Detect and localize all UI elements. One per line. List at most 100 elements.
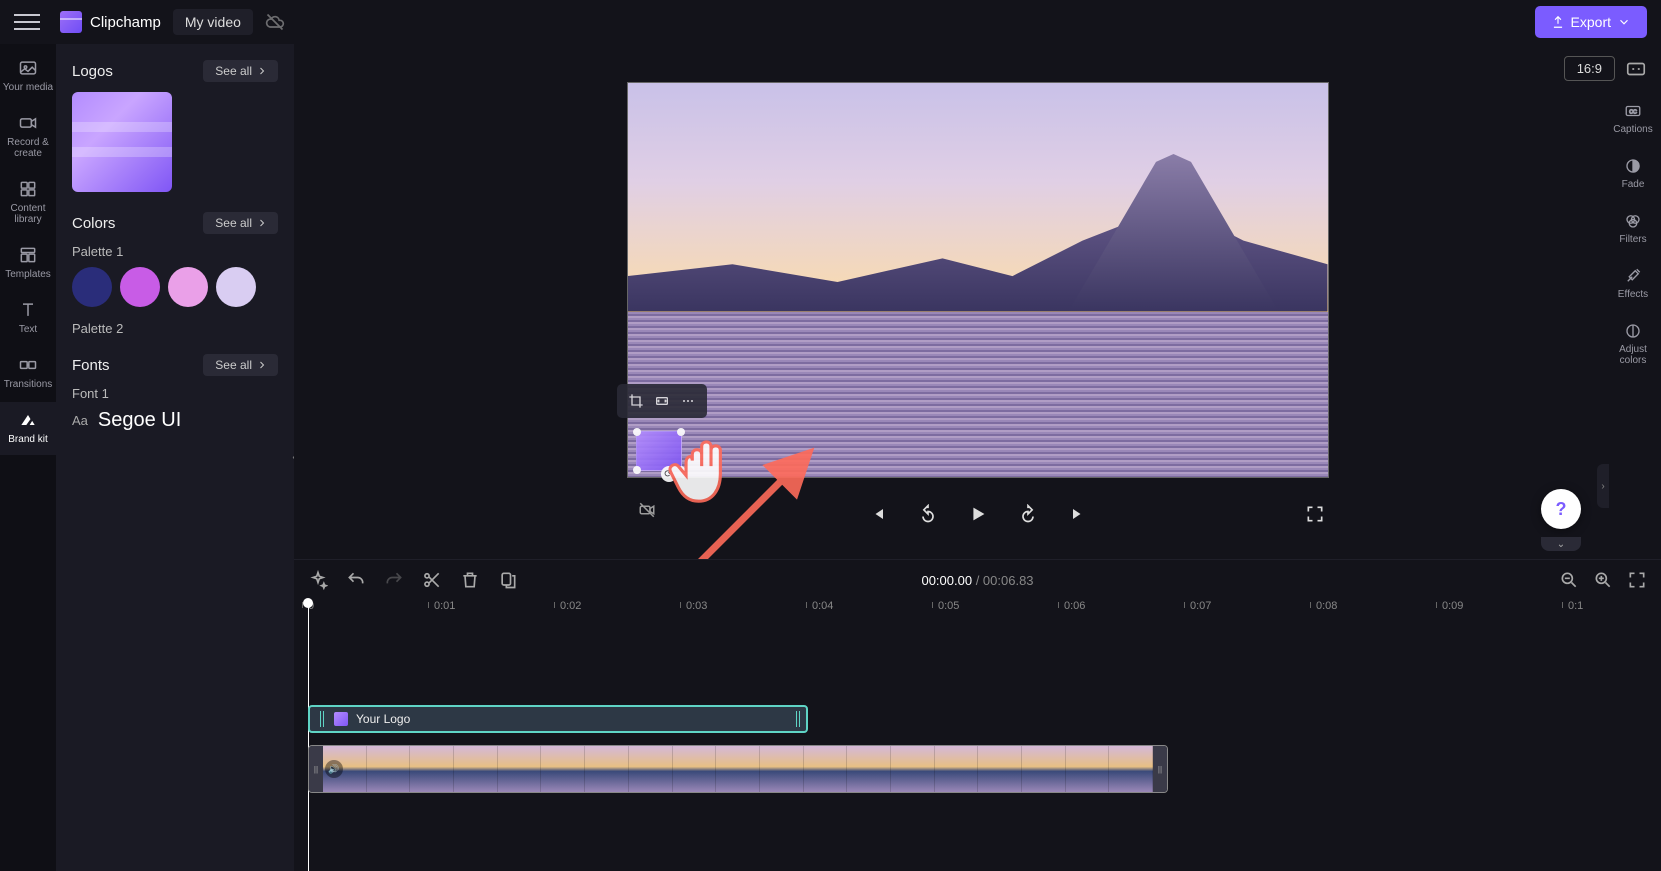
rail-brand-kit[interactable]: Brand kit (0, 402, 56, 455)
logo-thumbnail[interactable] (72, 92, 172, 192)
swatch-3[interactable] (168, 267, 208, 307)
brand-logo-icon (60, 11, 82, 33)
filters-icon (1624, 212, 1642, 230)
ruler-mark: 0:02 (560, 600, 581, 612)
skip-start-button[interactable] (864, 500, 892, 528)
swatch-2[interactable] (120, 267, 160, 307)
font-chip: Aa (72, 413, 88, 428)
rr-fade[interactable]: Fade (1605, 147, 1661, 200)
clip-grip-right[interactable] (796, 711, 802, 727)
rail-your-media[interactable]: Your media (0, 50, 56, 103)
rail-content-library[interactable]: Content library (0, 171, 56, 235)
audio-icon[interactable]: 🔊 (325, 760, 343, 778)
swatch-1[interactable] (72, 267, 112, 307)
zoom-fit-button[interactable] (1627, 570, 1647, 590)
logo-clip[interactable]: Your Logo (308, 705, 808, 733)
crop-icon[interactable] (625, 390, 647, 412)
rail-transitions[interactable]: Transitions (0, 347, 56, 400)
zoom-in-button[interactable] (1593, 570, 1613, 590)
chevron-right-icon (256, 65, 268, 77)
rail-templates[interactable]: Templates (0, 237, 56, 290)
see-all-logos-button[interactable]: See all (203, 60, 278, 82)
ruler-mark: 0:1 (1568, 600, 1583, 612)
effects-icon (1624, 267, 1642, 285)
logos-heading: Logos (72, 63, 113, 80)
more-icon[interactable] (677, 390, 699, 412)
top-bar: Clipchamp My video Export (0, 0, 1661, 44)
palette1-swatches (72, 267, 278, 307)
trash-icon[interactable] (460, 570, 480, 590)
cloud-off-icon[interactable] (265, 12, 285, 32)
clip-grip-left[interactable] (320, 711, 326, 727)
zoom-out-button[interactable] (1559, 570, 1579, 590)
seek-back-button[interactable] (914, 500, 942, 528)
ruler-mark: 0:08 (1316, 600, 1337, 612)
preview-area: 16:9 CCCaptions Fade Filters Effects Adj… (294, 44, 1661, 559)
split-icon[interactable] (498, 570, 518, 590)
font1-label: Font 1 (72, 386, 278, 401)
transitions-icon (18, 355, 38, 375)
rail-record-create[interactable]: Record & create (0, 105, 56, 169)
playback-controls (627, 500, 1329, 528)
resize-handle-tl[interactable] (633, 428, 641, 436)
see-all-colors-button[interactable]: See all (203, 212, 278, 234)
timecode: 00:00.00 / 00:06.83 (921, 573, 1033, 588)
playhead[interactable] (308, 606, 309, 871)
help-button[interactable]: ? (1541, 489, 1581, 529)
templates-icon (18, 245, 38, 265)
aspect-ratio-button[interactable]: 16:9 (1564, 56, 1615, 81)
video-title[interactable]: My video (173, 9, 253, 35)
ruler-mark: 0:03 (686, 600, 707, 612)
rr-adjust-colors[interactable]: Adjust colors (1605, 312, 1661, 376)
scissors-icon[interactable] (422, 570, 442, 590)
brand[interactable]: Clipchamp (60, 11, 161, 33)
help-collapse[interactable]: ⌄ (1541, 537, 1581, 551)
ruler-mark: 0:01 (434, 600, 455, 612)
video-clip[interactable]: || || 🔊 (308, 745, 1168, 793)
skip-end-button[interactable] (1064, 500, 1092, 528)
resize-handle-bl[interactable] (633, 466, 641, 474)
fullscreen-button[interactable] (1301, 500, 1329, 528)
swatch-4[interactable] (216, 267, 256, 307)
export-button[interactable]: Export (1535, 6, 1647, 38)
rr-captions[interactable]: CCCaptions (1605, 92, 1661, 145)
right-rail-collapse[interactable]: › (1597, 464, 1609, 508)
rotate-handle[interactable]: ⟳ (661, 466, 677, 482)
brand-name: Clipchamp (90, 14, 161, 31)
brand-kit-panel: Logos See all Colors See all Palette 1 P… (56, 44, 294, 871)
rail-text[interactable]: Text (0, 292, 56, 345)
sparkle-icon[interactable] (308, 570, 328, 590)
font-name: Segoe UI (98, 409, 181, 432)
resize-handle-br[interactable] (677, 466, 685, 474)
menu-icon[interactable] (14, 9, 40, 35)
clip-label: Your Logo (356, 712, 410, 726)
video-frames (323, 746, 1153, 792)
rr-effects[interactable]: Effects (1605, 257, 1661, 310)
video-grip-left[interactable]: || (309, 746, 323, 792)
rr-filters[interactable]: Filters (1605, 202, 1661, 255)
play-button[interactable] (964, 500, 992, 528)
see-all-fonts-button[interactable]: See all (203, 354, 278, 376)
resize-handle-tr[interactable] (677, 428, 685, 436)
video-grip-right[interactable]: || (1153, 746, 1167, 792)
overlay-toolbar (617, 384, 707, 418)
seek-forward-button[interactable] (1014, 500, 1042, 528)
scene-preview (628, 83, 1328, 477)
captions-icon: CC (1624, 102, 1642, 120)
logo-overlay[interactable]: ⟳ (636, 431, 682, 471)
panel-collapse-button[interactable]: ‹ (286, 434, 294, 482)
ruler-mark: 0:06 (1064, 600, 1085, 612)
timeline: 00:00.00 / 00:06.83 00:010:020:030:040:0… (294, 559, 1661, 871)
preview-canvas[interactable]: ⟳ (627, 82, 1329, 478)
captions-icon-top[interactable] (1625, 58, 1647, 80)
fit-icon[interactable] (651, 390, 673, 412)
right-rail: CCCaptions Fade Filters Effects Adjust c… (1605, 92, 1661, 376)
library-icon (18, 179, 38, 199)
timeline-ruler[interactable]: 00:010:020:030:040:050:060:070:080:090:1 (308, 600, 1647, 624)
palette2-label: Palette 2 (72, 321, 278, 336)
ruler-mark: 0:07 (1190, 600, 1211, 612)
redo-button[interactable] (384, 570, 404, 590)
undo-button[interactable] (346, 570, 366, 590)
font-sample[interactable]: Aa Segoe UI (72, 409, 278, 432)
upload-icon (1551, 15, 1565, 29)
